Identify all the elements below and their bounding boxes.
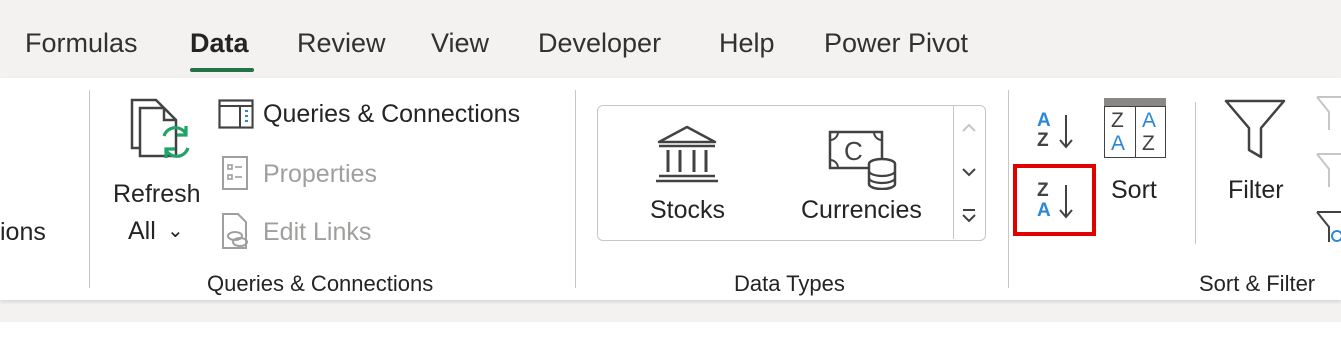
currencies-button[interactable]: Currencies — [801, 196, 922, 225]
properties-button[interactable]: Properties — [263, 160, 377, 189]
queries-connections-button[interactable]: Queries & Connections — [263, 100, 520, 129]
inner-separator — [1195, 102, 1196, 244]
sort-icon-letter: A — [1142, 109, 1157, 132]
tab-developer[interactable]: Developer — [538, 28, 661, 59]
group-label-data-types: Data Types — [734, 271, 845, 296]
group-label-sort-filter: Sort & Filter — [1199, 271, 1316, 296]
sort-a-to-z-button[interactable]: A Z — [1034, 110, 1094, 154]
edit-links-button[interactable]: Edit Links — [263, 218, 371, 247]
svg-text:C: C — [844, 136, 863, 166]
properties-icon — [220, 155, 250, 191]
group-separator — [575, 90, 576, 288]
currency-money-icon[interactable]: C — [828, 128, 900, 190]
edit-links-icon — [220, 212, 252, 250]
sort-az-top-letter: A — [1037, 110, 1051, 131]
sort-icon-divider — [1135, 106, 1136, 158]
sort-icon-letter: Z — [1111, 109, 1124, 132]
gallery-scroll-up-button[interactable] — [954, 106, 984, 150]
sort-az-bottom-letter: Z — [1037, 130, 1049, 151]
ribbon-tab-bar: Formulas Data Review View Developer Help… — [0, 0, 1341, 76]
filter-funnel-icon[interactable] — [1223, 98, 1287, 162]
tab-power-pivot[interactable]: Power Pivot — [824, 28, 968, 59]
active-tab-indicator — [190, 68, 254, 72]
sort-icon-header — [1104, 98, 1166, 106]
formula-bar-area — [0, 304, 1341, 323]
gallery-scroll-down-button[interactable] — [954, 150, 984, 194]
sort-icon-letter: A — [1111, 132, 1126, 155]
clear-filter-icon[interactable] — [1315, 94, 1341, 244]
stocks-button[interactable]: Stocks — [650, 196, 725, 225]
sort-icon-letter: Z — [1142, 132, 1155, 155]
tab-help[interactable]: Help — [719, 28, 775, 59]
partial-group-label[interactable]: ions — [0, 218, 46, 247]
chevron-down-icon[interactable]: ⌄ — [167, 218, 184, 243]
tab-review[interactable]: Review — [297, 28, 386, 59]
tab-formulas[interactable]: Formulas — [25, 28, 138, 59]
bank-building-icon[interactable] — [654, 124, 720, 184]
tab-view[interactable]: View — [431, 28, 489, 59]
refresh-all-label[interactable]: Refresh — [113, 180, 201, 209]
group-separator — [1008, 90, 1009, 288]
filter-button[interactable]: Filter — [1228, 176, 1284, 205]
group-label-queries-connections: Queries & Connections — [207, 271, 434, 296]
group-separator — [89, 90, 90, 288]
sort-button[interactable]: Sort — [1111, 176, 1157, 205]
worksheet-area — [0, 322, 1341, 342]
sort-dialog-icon[interactable]: Z A A Z — [1104, 98, 1166, 158]
refresh-all-icon[interactable] — [128, 98, 196, 166]
queries-connections-icon[interactable] — [218, 99, 254, 129]
gallery-more-button[interactable] — [954, 194, 984, 238]
highlight-box — [1013, 164, 1096, 236]
refresh-all-label-2[interactable]: All — [128, 217, 156, 246]
tab-data[interactable]: Data — [190, 28, 249, 59]
arrow-down-icon — [1059, 115, 1073, 149]
